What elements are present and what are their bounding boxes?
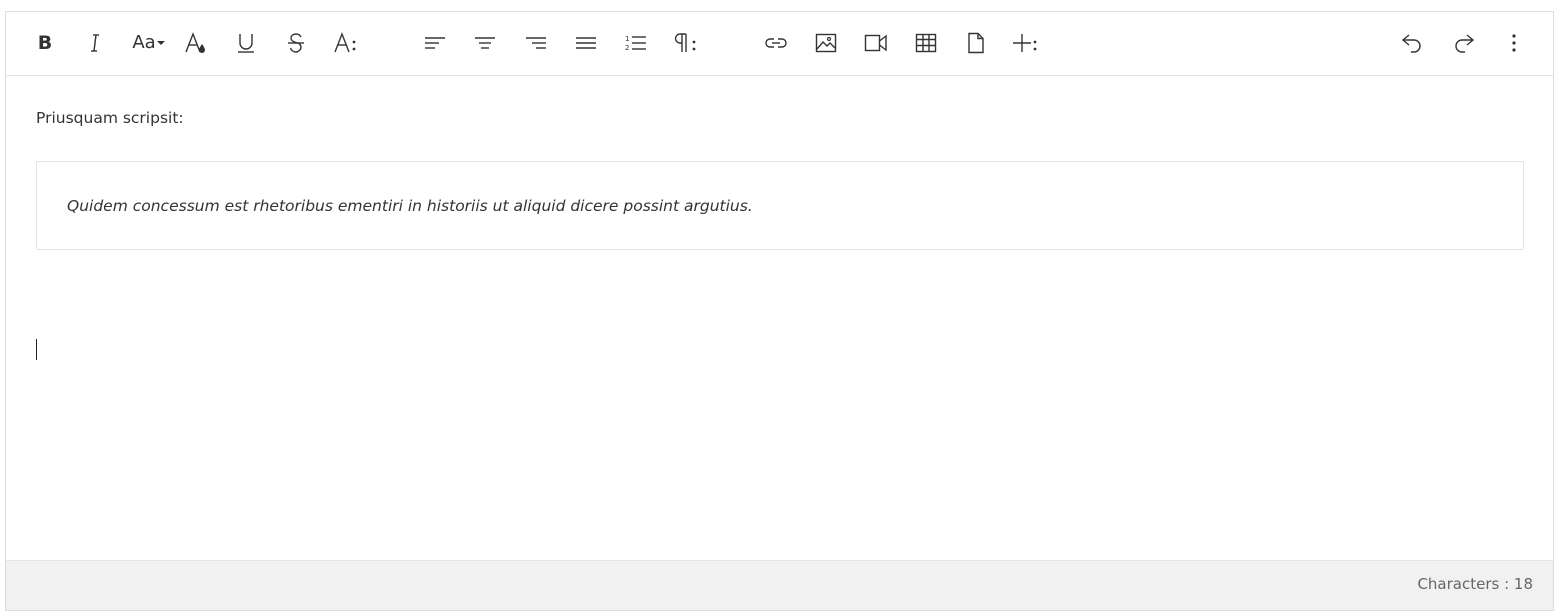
strikethrough-icon: [286, 32, 306, 54]
editor-status-bar: Characters : 18: [6, 560, 1553, 610]
italic-button[interactable]: [75, 24, 115, 62]
underline-button[interactable]: [226, 24, 266, 62]
more-paragraph-icon: [673, 32, 699, 54]
editor-content-area[interactable]: Priusquam scripsit: Quidem concessum est…: [6, 76, 1553, 562]
insert-video-button[interactable]: [856, 24, 896, 62]
align-justify-button[interactable]: [566, 24, 606, 62]
insert-image-button[interactable]: [806, 24, 846, 62]
bold-button[interactable]: B: [25, 24, 65, 62]
redo-button[interactable]: [1444, 24, 1484, 62]
content-paragraph: Priusquam scripsit:: [36, 109, 184, 127]
more-insert-button[interactable]: [1006, 24, 1046, 62]
blockquote-text: Quidem concessum est rhetoribus ementiri…: [67, 196, 753, 215]
link-icon: [765, 36, 787, 50]
align-justify-icon: [575, 35, 597, 51]
file-icon: [967, 32, 985, 54]
align-right-button[interactable]: [516, 24, 556, 62]
bold-icon: B: [37, 31, 53, 54]
insert-link-button[interactable]: [756, 24, 796, 62]
align-right-icon: [525, 35, 547, 51]
plus-more-icon: [1013, 32, 1039, 54]
insert-table-button[interactable]: [906, 24, 946, 62]
align-center-icon: [474, 35, 496, 51]
font-size-icon: Aa: [132, 32, 156, 53]
insert-file-button[interactable]: [956, 24, 996, 62]
caret-down-icon: [156, 39, 166, 47]
svg-text:2: 2: [625, 44, 629, 52]
undo-icon: [1401, 33, 1423, 53]
redo-icon: [1453, 33, 1475, 53]
font-size-button[interactable]: Aa: [126, 24, 172, 62]
more-paragraph-button[interactable]: [666, 24, 706, 62]
undo-button[interactable]: [1392, 24, 1432, 62]
svg-text:1: 1: [625, 35, 629, 43]
rich-text-editor: B Aa 1 2 Priusquam scripsit: Quidem conc…: [5, 11, 1554, 611]
align-left-icon: [424, 35, 446, 51]
align-center-button[interactable]: [465, 24, 505, 62]
editor-toolbar: B Aa 1 2: [6, 12, 1553, 76]
video-icon: [864, 34, 888, 52]
ordered-list-button[interactable]: 1 2: [616, 24, 656, 62]
table-icon: [915, 33, 937, 53]
vertical-dots-icon: [1511, 33, 1517, 53]
text-color-icon: [184, 32, 208, 54]
text-color-button[interactable]: [176, 24, 216, 62]
ordered-list-icon: 1 2: [625, 34, 647, 52]
text-cursor: [36, 339, 37, 360]
more-text-icon: [333, 32, 359, 54]
character-count: Characters : 18: [1417, 575, 1533, 593]
underline-icon: [236, 32, 256, 54]
align-left-button[interactable]: [415, 24, 455, 62]
more-misc-button[interactable]: [1494, 24, 1534, 62]
strikethrough-button[interactable]: [276, 24, 316, 62]
italic-icon: [85, 33, 105, 53]
more-text-button[interactable]: [326, 24, 366, 62]
image-icon: [815, 33, 837, 53]
content-blockquote: Quidem concessum est rhetoribus ementiri…: [36, 161, 1524, 250]
